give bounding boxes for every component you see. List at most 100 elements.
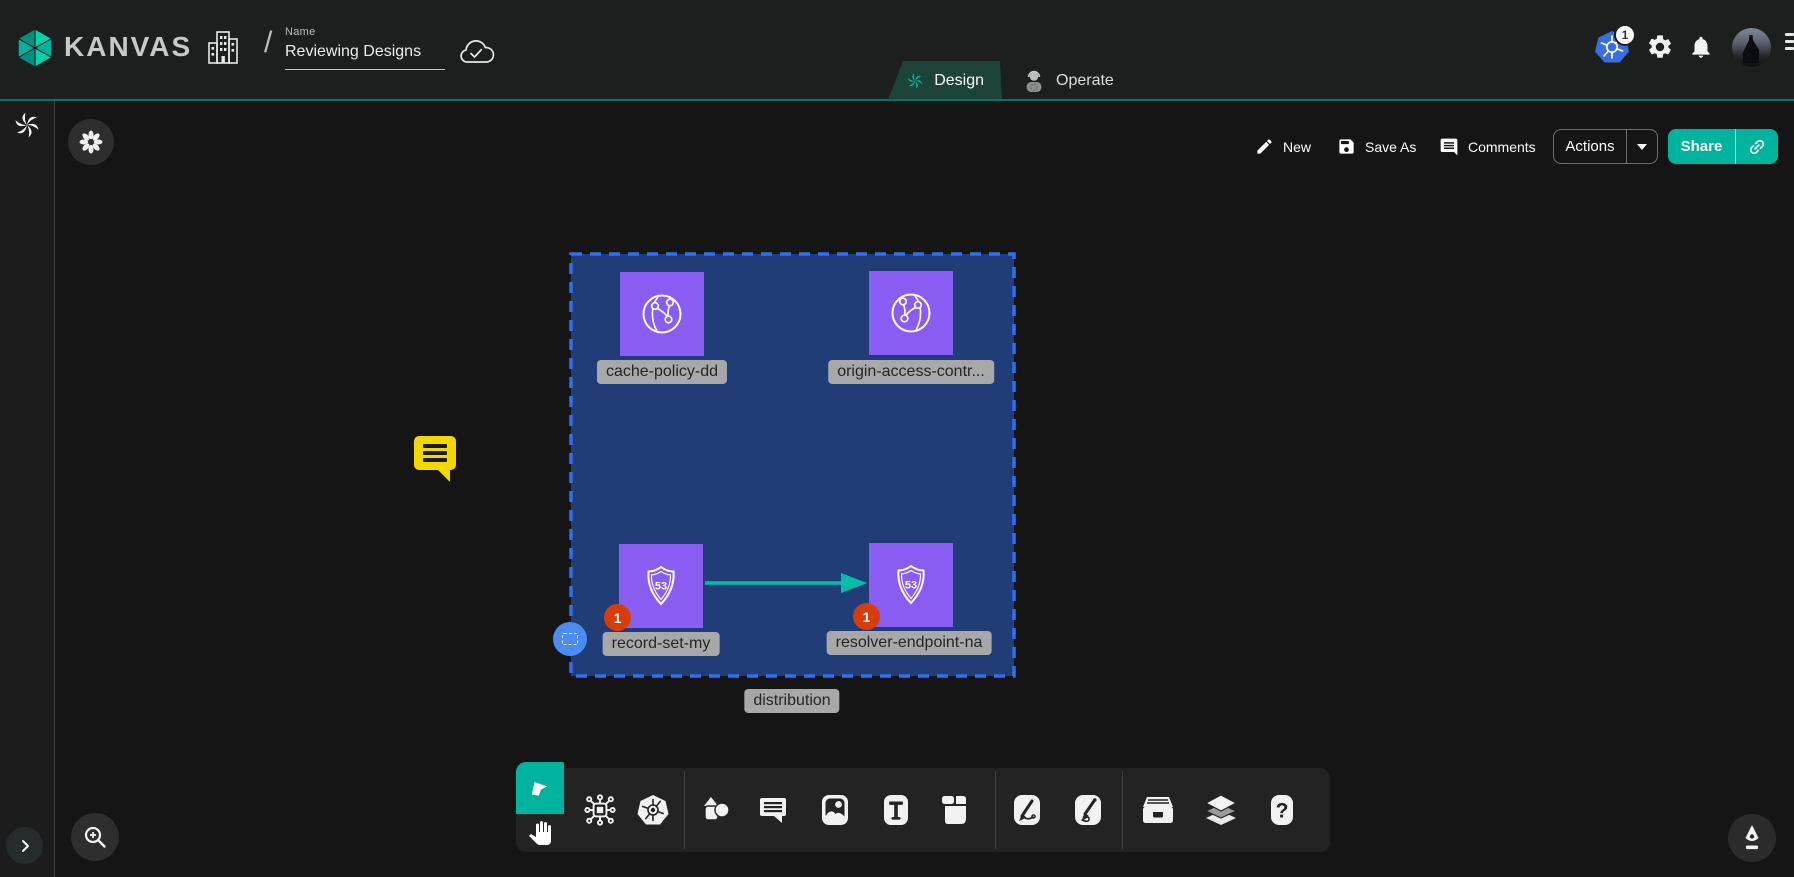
note-icon — [939, 794, 969, 826]
tab-operate[interactable]: Operate — [1004, 61, 1132, 100]
save-icon — [1337, 137, 1356, 156]
dock-separator — [995, 771, 996, 849]
design-name-input[interactable] — [285, 40, 445, 70]
share-button[interactable]: Share — [1668, 129, 1778, 164]
dock-separator — [684, 771, 685, 849]
node-label-resolver-endpoint[interactable]: resolver-endpoint-na — [827, 631, 992, 655]
kanvas-logo-icon[interactable] — [14, 27, 56, 69]
node-resolver-endpoint[interactable]: 53 — [869, 543, 953, 627]
freehand-pencil-icon — [1073, 794, 1103, 826]
svg-text:53: 53 — [655, 581, 667, 593]
tool-layers-button[interactable] — [1203, 793, 1239, 827]
svg-text:53: 53 — [905, 580, 917, 592]
pen-tool-icon — [1012, 794, 1042, 826]
cloudfront-globe-icon — [887, 289, 935, 337]
cursor-arrow-icon — [528, 776, 552, 800]
actions-label: Actions — [1554, 138, 1626, 155]
cloud-saved-icon — [458, 38, 496, 68]
canvas-widgets-button[interactable] — [68, 119, 114, 165]
menu-icon[interactable] — [1785, 33, 1794, 54]
magnifier-plus-icon — [82, 824, 108, 850]
tool-design-components-button[interactable] — [582, 792, 618, 828]
kubernetes-context-button[interactable]: 1 — [1594, 29, 1648, 69]
brand-wordmark: KANVAS — [64, 31, 192, 63]
group-selection-badge[interactable] — [553, 622, 587, 656]
user-avatar[interactable] — [1732, 28, 1771, 67]
dock-separator — [1122, 771, 1123, 849]
comment-bubble-icon — [757, 794, 789, 826]
new-button[interactable]: New — [1255, 129, 1311, 164]
tool-shapes-button[interactable] — [699, 793, 733, 827]
meshery-spiral-icon[interactable] — [13, 111, 41, 139]
node-record-set[interactable]: 53 — [619, 544, 703, 628]
hand-icon — [528, 821, 552, 845]
comments-button[interactable]: Comments — [1439, 129, 1536, 164]
help-question-icon: ? — [1269, 794, 1295, 826]
tab-operate-label: Operate — [1056, 72, 1114, 90]
settings-gear-icon[interactable] — [1646, 33, 1674, 61]
kubernetes-wheel-icon — [636, 793, 670, 827]
save-as-button[interactable]: Save As — [1337, 129, 1416, 164]
drawer-icon — [1141, 794, 1175, 826]
comments-icon — [1439, 137, 1459, 157]
comments-label: Comments — [1468, 139, 1536, 155]
breadcrumb-separator: / — [264, 26, 272, 60]
node-label-record-set[interactable]: record-set-my — [603, 632, 720, 656]
tool-note-button[interactable] — [939, 794, 969, 826]
link-icon — [1747, 137, 1767, 157]
tool-help-button[interactable]: ? — [1269, 794, 1295, 826]
tool-comment-button[interactable] — [757, 794, 789, 826]
organization-icon[interactable] — [206, 28, 240, 68]
save-as-label: Save As — [1365, 139, 1416, 155]
edge-record-set-to-resolver[interactable] — [703, 568, 869, 598]
tab-design[interactable]: Design — [888, 61, 1002, 100]
text-icon — [882, 794, 910, 826]
shapes-icon — [699, 793, 733, 827]
node-origin-access-control[interactable] — [869, 271, 953, 355]
node-label-cache-policy[interactable]: cache-policy-dd — [597, 360, 727, 384]
tool-text-button[interactable] — [882, 794, 910, 826]
share-label: Share — [1668, 138, 1735, 155]
svg-text:?: ? — [1276, 800, 1289, 823]
design-canvas[interactable]: New Save As Comments Actions Share — [55, 101, 1794, 877]
actions-caret-button[interactable] — [1627, 144, 1657, 150]
tool-image-button[interactable] — [820, 794, 850, 826]
design-spiral-icon — [906, 70, 924, 92]
node-label-origin-access[interactable]: origin-access-contr... — [828, 360, 994, 384]
resolver-endpoint-count-badge: 1 — [853, 603, 880, 630]
comment-pin-icon[interactable] — [414, 436, 456, 484]
actions-dropdown[interactable]: Actions — [1553, 129, 1658, 164]
tool-select-button[interactable] — [516, 762, 564, 814]
node-cache-policy[interactable] — [620, 272, 704, 356]
tool-kubernetes-button[interactable] — [636, 793, 670, 827]
copy-link-button[interactable] — [1736, 137, 1778, 157]
group-label-distribution[interactable]: distribution — [744, 689, 839, 713]
pen-nib-icon — [1739, 824, 1765, 852]
pencil-icon — [1255, 137, 1274, 156]
tool-dock: ? — [564, 768, 1330, 852]
kubernetes-count-badge: 1 — [1614, 24, 1636, 46]
notifications-bell-icon[interactable] — [1688, 33, 1714, 61]
tool-pan-button[interactable] — [516, 814, 564, 852]
tool-pen-button[interactable] — [1012, 794, 1042, 826]
tool-drawer-button[interactable] — [1141, 794, 1175, 826]
record-set-count-badge: 1 — [604, 604, 631, 631]
chevron-right-icon — [17, 838, 33, 854]
operator-icon — [1022, 69, 1046, 93]
dashed-rect-icon — [562, 633, 578, 645]
design-name-label: Name — [285, 26, 447, 38]
zoom-in-button[interactable] — [71, 813, 119, 861]
tab-design-label: Design — [934, 72, 984, 90]
image-icon — [820, 794, 850, 826]
route53-shield-icon: 53 — [887, 561, 935, 609]
layers-icon — [1203, 793, 1239, 827]
circuit-node-icon — [582, 792, 618, 828]
expand-sidebar-button[interactable] — [6, 827, 43, 864]
caret-down-icon — [1637, 144, 1647, 150]
whiteboard-pen-button[interactable] — [1728, 814, 1776, 862]
left-sidebar — [0, 101, 55, 877]
new-label: New — [1283, 139, 1311, 155]
cloudfront-globe-icon — [638, 290, 686, 338]
tool-freehand-button[interactable] — [1073, 794, 1103, 826]
dock-left-column — [516, 762, 564, 852]
